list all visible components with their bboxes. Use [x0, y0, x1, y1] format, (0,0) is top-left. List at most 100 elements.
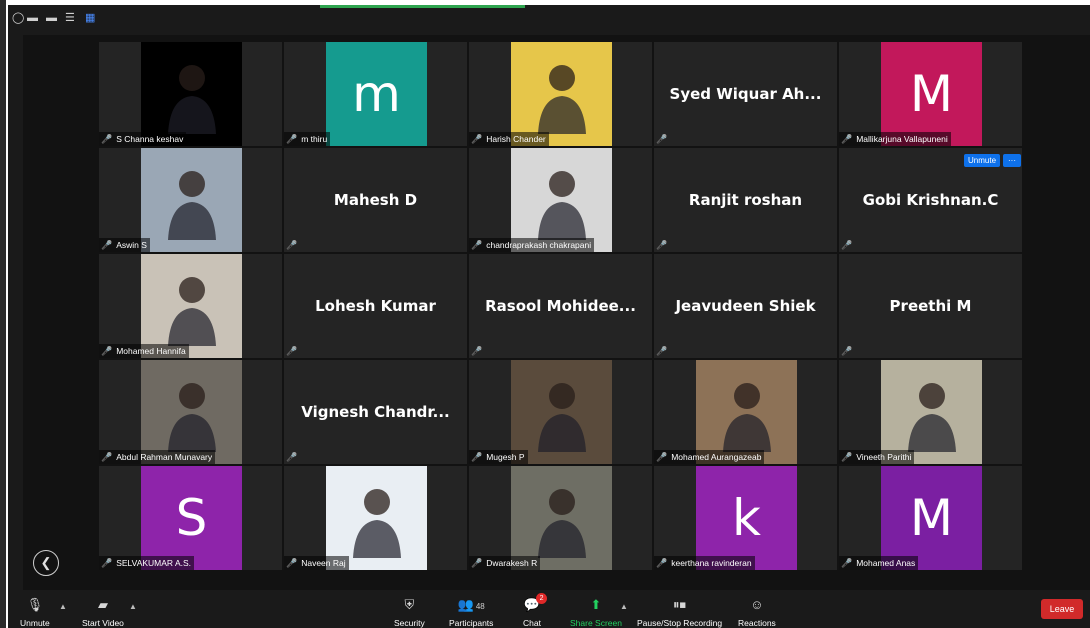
participant-label: 🎤: [839, 344, 859, 358]
muted-mic-icon: 🎤: [286, 557, 298, 568]
chat-button[interactable]: 💬 2 Chat: [523, 593, 548, 628]
muted-mic-icon: 🎤: [656, 557, 668, 568]
participant-tile[interactable]: k 🎤 keerthana ravinderan: [654, 466, 837, 570]
muted-mic-icon: 🎤: [286, 133, 298, 144]
muted-mic-icon: 🎤: [656, 133, 668, 144]
participant-tile[interactable]: S 🎤 SELVAKUMAR A.S.: [99, 466, 282, 570]
participant-tile[interactable]: Syed Wiquar Ah... 🎤: [654, 42, 837, 146]
muted-mic-icon: 🎤: [101, 133, 113, 144]
participant-tile[interactable]: 🎤 Naveen Raj: [284, 466, 467, 570]
video-off-icon: ▰: [97, 597, 108, 612]
security-button[interactable]: ⛨ Security: [394, 597, 425, 628]
participant-tile[interactable]: 🎤 Dwarakesh R: [469, 466, 652, 570]
participant-tile[interactable]: 🎤 Mohamed Aurangazeab: [654, 360, 837, 464]
muted-mic-icon: 🎤: [656, 451, 668, 462]
participant-label: 🎤: [469, 344, 489, 358]
video-options-caret-icon[interactable]: ▲: [129, 602, 137, 611]
gallery-view-icon[interactable]: ▦: [85, 13, 95, 24]
participant-label: 🎤 Aswin S: [99, 238, 150, 252]
participant-tile[interactable]: 🎤 Harish Chander: [469, 42, 652, 146]
muted-mic-icon: 🎤: [101, 345, 113, 356]
restore-icon[interactable]: ▬: [46, 13, 57, 24]
participant-name: m thiru: [301, 134, 328, 144]
participant-tile[interactable]: Preethi M 🎤: [839, 254, 1022, 358]
muted-mic-icon: 🎤: [286, 451, 298, 462]
start-video-button[interactable]: ▰ Start Video: [82, 597, 124, 628]
participant-label: 🎤 SELVAKUMAR A.S.: [99, 556, 195, 570]
profile-photo: [141, 360, 242, 464]
leave-button[interactable]: Leave: [1041, 599, 1083, 619]
participant-name: Dwarakesh R: [486, 558, 538, 568]
participant-label: 🎤: [654, 238, 674, 252]
participant-tile[interactable]: Lohesh Kumar 🎤: [284, 254, 467, 358]
muted-mic-icon: 🎤: [841, 133, 853, 144]
minimize-icon[interactable]: ▬: [27, 13, 38, 24]
reactions-button[interactable]: ☺ Reactions: [738, 597, 776, 628]
talking-indicator-bar: [320, 5, 525, 8]
share-screen-icon: ⬆: [590, 597, 602, 612]
participant-display-name: Lohesh Kumar: [315, 297, 436, 315]
muted-mic-icon: 🎤: [471, 557, 483, 568]
participants-button[interactable]: 👥 48 Participants: [449, 597, 493, 628]
participant-tile[interactable]: M 🎤 Mohamed Anas: [839, 466, 1022, 570]
muted-mic-icon: 🎤: [101, 557, 113, 568]
muted-mic-icon: 🎤: [101, 451, 113, 462]
muted-mic-icon: 🎤: [471, 239, 483, 250]
muted-mic-icon: 🎤: [841, 451, 853, 462]
participant-name: Mallikarjuna Vallapuneni: [856, 134, 948, 144]
participant-tile[interactable]: Ranjit roshan 🎤: [654, 148, 837, 252]
info-icon[interactable]: ◯: [12, 13, 24, 24]
participant-tile[interactable]: 🎤 chandraprakash chakrapani: [469, 148, 652, 252]
participant-name: Harish Chander: [486, 134, 546, 144]
recording-button[interactable]: ⏸⏹ Pause/Stop Recording: [637, 597, 722, 628]
profile-photo: [141, 148, 242, 252]
participant-tile[interactable]: 🎤 Aswin S: [99, 148, 282, 252]
participant-label: 🎤: [284, 238, 304, 252]
participant-label: 🎤 Harish Chander: [469, 132, 549, 146]
profile-photo: [141, 42, 242, 146]
participant-tile[interactable]: M 🎤 Mallikarjuna Vallapuneni: [839, 42, 1022, 146]
participant-display-name: Ranjit roshan: [688, 191, 803, 209]
participant-tile[interactable]: Mahesh D 🎤: [284, 148, 467, 252]
participant-display-name: Rasool Mohidee...: [485, 297, 636, 315]
audio-options-caret-icon[interactable]: ▲: [59, 602, 67, 611]
participant-tile[interactable]: 🎤 Mohamed Hannifa: [99, 254, 282, 358]
participant-tile[interactable]: 🎤 Abdul Rahman Munavary: [99, 360, 282, 464]
letter-avatar: k: [696, 466, 797, 570]
share-options-caret-icon[interactable]: ▲: [620, 602, 628, 611]
participant-name: Mohamed Anas: [856, 558, 916, 568]
muted-mic-icon: 🎤: [841, 345, 853, 356]
letter-avatar: m: [326, 42, 427, 146]
participant-label: 🎤: [654, 344, 674, 358]
participant-label: 🎤: [839, 238, 859, 252]
participant-tile[interactable]: Rasool Mohidee... 🎤: [469, 254, 652, 358]
profile-photo: [696, 360, 797, 464]
participant-display-name: Mahesh D: [333, 191, 418, 209]
participant-unmute-button[interactable]: Unmute: [964, 154, 1001, 167]
profile-photo: [511, 148, 612, 252]
participant-tile[interactable]: m 🎤 m thiru: [284, 42, 467, 146]
participant-more-button[interactable]: ···: [1003, 154, 1022, 167]
participant-tile[interactable]: 🎤 Vineeth Parithi: [839, 360, 1022, 464]
participant-label: 🎤 Mohamed Hannifa: [99, 344, 189, 358]
participant-tile[interactable]: Vignesh Chandr... 🎤: [284, 360, 467, 464]
participant-display-name: Syed Wiquar Ah...: [669, 85, 822, 103]
participant-tile[interactable]: 🎤 Mugesh P: [469, 360, 652, 464]
unmute-button[interactable]: 🎙 Unmute: [20, 597, 50, 628]
muted-mic-icon: 🎤: [656, 239, 668, 250]
participant-label: 🎤 Naveen Raj: [284, 556, 349, 570]
participant-tile[interactable]: Jeavudeen Shiek 🎤: [654, 254, 837, 358]
window-left-edge: [0, 0, 6, 628]
speaker-view-icon[interactable]: ☰: [65, 13, 75, 24]
share-screen-button[interactable]: ⬆ Share Screen: [570, 597, 622, 628]
shield-icon: ⛨: [404, 597, 415, 612]
muted-mic-icon: 🎤: [471, 345, 483, 356]
participant-tile[interactable]: 🎤 S Channa keshav: [99, 42, 282, 146]
participant-label: 🎤: [654, 132, 674, 146]
previous-page-button[interactable]: ❮: [33, 550, 59, 576]
participants-icon: 👥 48: [457, 597, 485, 612]
participant-name: Vineeth Parithi: [856, 452, 912, 462]
profile-photo: [141, 254, 242, 358]
letter-avatar: S: [141, 466, 242, 570]
participant-label: 🎤 Mallikarjuna Vallapuneni: [839, 132, 951, 146]
